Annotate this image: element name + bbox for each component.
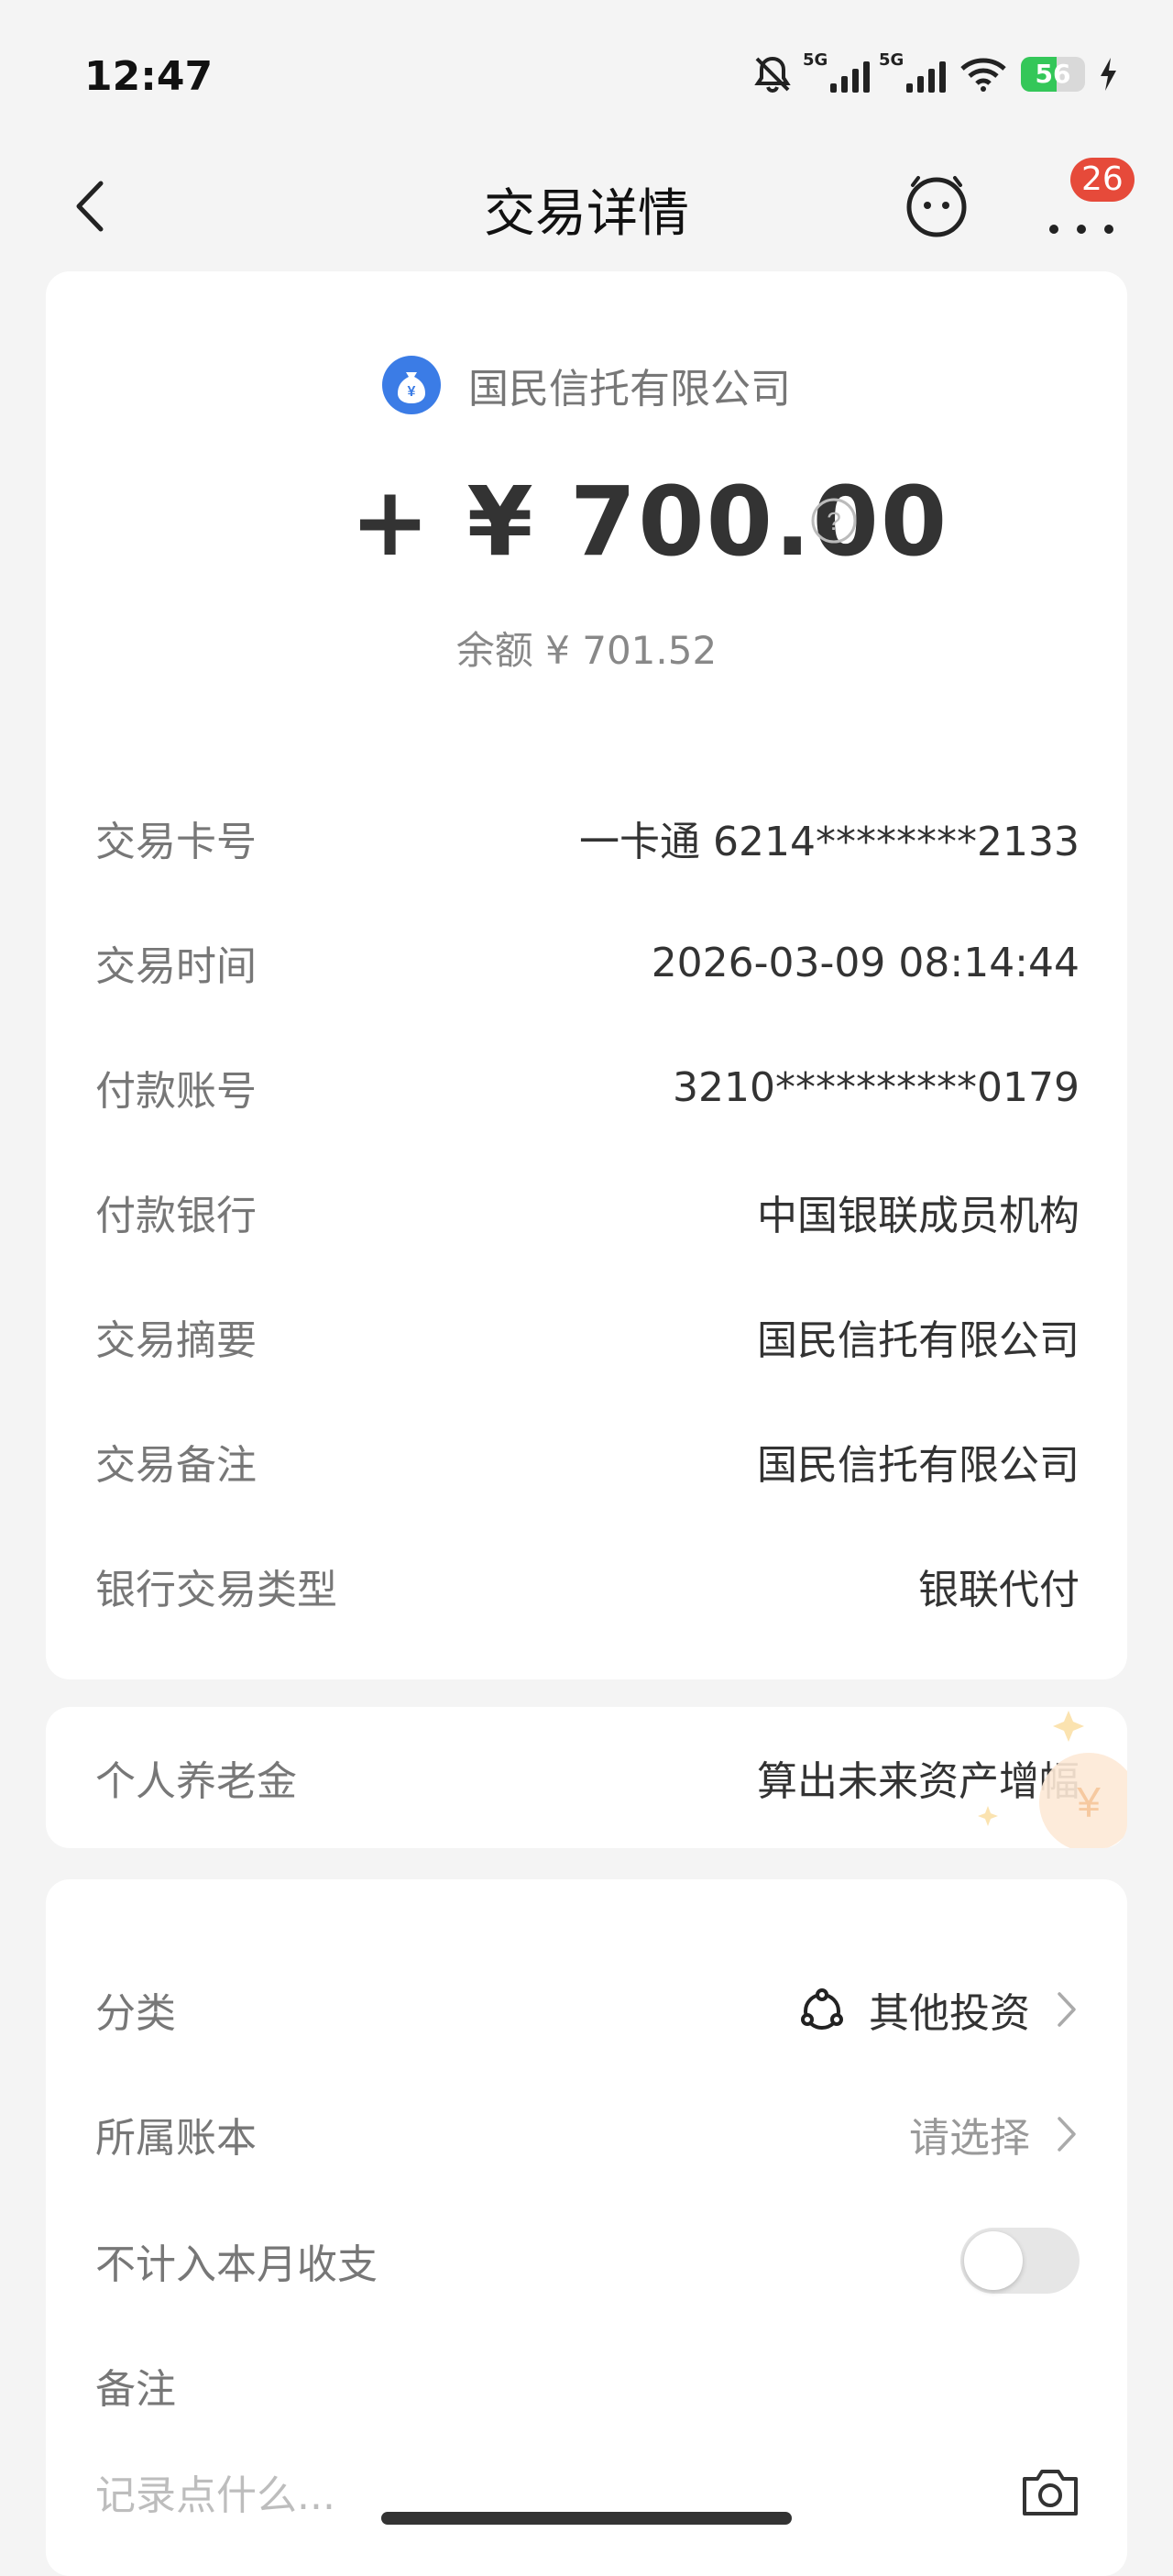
pension-label: 个人养老金 [95, 1758, 297, 1805]
transaction-amount: + ¥ 700.00 [350, 466, 949, 578]
assistant-face-icon[interactable] [904, 172, 970, 238]
category-icon [801, 1988, 843, 2030]
detail-label: 交易备注 [95, 1442, 257, 1489]
camera-icon[interactable] [1021, 2466, 1080, 2517]
detail-value: 国民信托有限公司 [757, 1317, 1080, 1364]
detail-value: 一卡通 6214********2133 [579, 819, 1080, 865]
network-label-2: 5G [879, 50, 904, 70]
detail-row-card-number: 交易卡号 一卡通 6214********2133 [95, 801, 1080, 875]
detail-label: 付款账号 [95, 1068, 257, 1115]
detail-label: 付款银行 [95, 1193, 257, 1239]
detail-value: 2026-03-09 08:14:44 [651, 939, 1080, 986]
detail-value: 银联代付 [918, 1567, 1080, 1613]
detail-row-payer-bank: 付款银行 中国银联成员机构 [95, 1175, 1080, 1249]
detail-value: 3210**********0179 [673, 1063, 1080, 1111]
note-input[interactable]: 记录点什么... [95, 2462, 335, 2521]
category-value-group[interactable]: 其他投资 [799, 1980, 1080, 2039]
wifi-icon [960, 58, 1006, 92]
merchant-name: 国民信托有限公司 [468, 366, 791, 413]
category-value: 其他投资 [869, 1990, 1030, 2037]
detail-value: 中国银联成员机构 [757, 1193, 1080, 1239]
charging-icon [1101, 58, 1116, 91]
detail-row-payer-account: 付款账号 3210**********0179 [95, 1051, 1080, 1124]
money-bag-icon: ¥ [382, 356, 441, 414]
network-label-1: 5G [803, 50, 828, 70]
balance: 余额 ¥ 701.52 [455, 628, 718, 673]
mute-bell-icon [754, 56, 791, 94]
detail-label: 交易时间 [95, 943, 257, 990]
account-book-label: 所属账本 [95, 2115, 257, 2162]
battery-level: 56 [1035, 59, 1071, 89]
detail-value: 国民信托有限公司 [757, 1442, 1080, 1489]
battery-icon: 56 [1021, 57, 1085, 92]
exclude-label: 不计入本月收支 [95, 2241, 378, 2288]
detail-row-bank-type: 银行交易类型 银联代付 [95, 1549, 1080, 1623]
page-title: 交易详情 [484, 184, 689, 244]
status-bar: 12:47 5G 5G 56 [0, 0, 1173, 156]
detail-row-time: 交易时间 2026-03-09 08:14:44 [95, 926, 1080, 999]
chevron-right-icon [1058, 1992, 1076, 2027]
navigation-bar: 交易详情 26 [0, 156, 1173, 257]
settings-card: 分类 其他投资 所属账本 请选择 不计入本月收支 备注 记录点什么... [46, 1879, 1127, 2576]
detail-label: 银行交易类型 [95, 1567, 337, 1613]
coin-sparkle-icon: ¥ [978, 1711, 1127, 1848]
home-indicator[interactable] [381, 2512, 792, 2525]
category-label: 分类 [95, 1990, 176, 2037]
help-icon[interactable]: ? [810, 497, 858, 545]
detail-row-summary: 交易摘要 国民信托有限公司 [95, 1300, 1080, 1373]
signal-icon: 5G [803, 50, 870, 93]
status-time: 12:47 [84, 53, 214, 100]
svg-text:¥: ¥ [1076, 1778, 1101, 1826]
detail-row-remark: 交易备注 国民信托有限公司 [95, 1425, 1080, 1498]
transaction-summary-card: ¥ 国民信托有限公司 + ¥ 700.00 ? 余额 ¥ 701.52 交易卡号… [46, 271, 1127, 1679]
account-book-value: 请选择 [909, 2115, 1030, 2162]
signal-icon: 5G [879, 50, 946, 93]
svg-text:?: ? [827, 507, 841, 535]
account-book-value-group[interactable]: 请选择 [909, 2105, 1080, 2163]
merchant: ¥ 国民信托有限公司 [46, 356, 1127, 414]
exclude-row: 不计入本月收支 [95, 2224, 1080, 2297]
category-row[interactable]: 分类 其他投资 [95, 1973, 1080, 2046]
exclude-toggle[interactable] [960, 2228, 1080, 2294]
note-label-row: 备注 [95, 2349, 1080, 2422]
pension-row[interactable]: 个人养老金 算出未来资产增幅 [95, 1741, 1080, 1814]
pension-banner[interactable]: 个人养老金 算出未来资产增幅 ¥ [46, 1707, 1127, 1848]
status-icons: 5G 5G 56 [751, 50, 1118, 95]
svg-text:¥: ¥ [408, 384, 416, 400]
toggle-knob [964, 2231, 1023, 2290]
chevron-right-icon [1058, 2117, 1076, 2152]
detail-label: 交易卡号 [95, 819, 257, 865]
notification-badge: 26 [1070, 158, 1135, 202]
detail-label: 交易摘要 [95, 1317, 257, 1364]
account-book-row[interactable]: 所属账本 请选择 [95, 2097, 1080, 2171]
note-label: 备注 [95, 2366, 176, 2413]
